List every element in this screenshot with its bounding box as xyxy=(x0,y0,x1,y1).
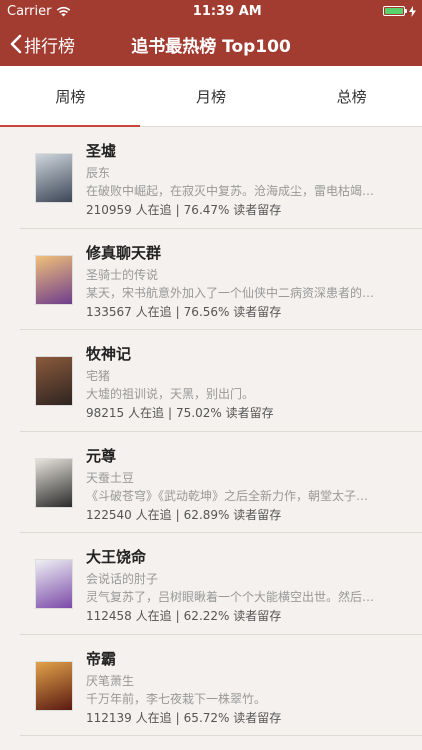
chevron-left-icon xyxy=(10,34,22,54)
book-author: 宅猪 xyxy=(86,369,111,383)
book-author: 会说话的肘子 xyxy=(86,572,159,586)
nav-bar: 排行榜 追书最热榜 Top100 xyxy=(0,22,422,66)
charging-icon xyxy=(409,5,416,17)
clock: 11:39 AM xyxy=(192,3,262,19)
book-followers: 98215 人在追 xyxy=(86,406,164,420)
book-retention: 76.47% 读者留存 xyxy=(183,203,282,217)
book-description: 灵气复苏了，吕树眼瞅着一个个大能横空出世。然后… xyxy=(86,590,375,604)
tab-monthly[interactable]: 月榜 xyxy=(141,66,282,126)
list-item[interactable]: 元尊 天蚕土豆 《斗破苍穹》《武动乾坤》之后全新力作，朝堂太子… 122540 … xyxy=(20,432,422,533)
book-retention: 75.02% 读者留存 xyxy=(176,406,274,420)
book-title: 元尊 xyxy=(86,446,117,465)
book-retention: 62.89% 读者留存 xyxy=(183,507,282,522)
list-item[interactable]: 大王饶命 会说话的肘子 灵气复苏了，吕树眼瞅着一个个大能横空出世。然后… 112… xyxy=(20,533,422,635)
back-button[interactable]: 排行榜 xyxy=(10,22,75,66)
book-description: 千万年前，李七夜栽下一株翠竹。 xyxy=(86,691,267,706)
wifi-icon xyxy=(57,6,71,16)
book-followers: 122540 人在追 xyxy=(86,507,172,522)
book-description: 某天，宋书航意外加入了一个仙侠中二病资深患者的… xyxy=(86,285,375,300)
list-item[interactable]: 圣墟 辰东 在破败中崛起，在寂灭中复苏。沧海成尘，雷电枯竭… 210959 人在… xyxy=(20,127,422,229)
book-title: 大王饶命 xyxy=(86,548,147,566)
carrier-label: Carrier xyxy=(7,3,52,19)
book-author: 天蚕土豆 xyxy=(86,470,135,485)
book-cover xyxy=(35,660,73,711)
book-retention: 62.22% 读者留存 xyxy=(183,609,282,623)
book-title: 牧神记 xyxy=(86,345,132,363)
book-author: 辰东 xyxy=(86,166,111,180)
book-followers: 112139 人在追 xyxy=(86,710,172,725)
tab-overall[interactable]: 总榜 xyxy=(281,66,422,126)
book-author: 圣骑士的传说 xyxy=(86,267,159,282)
book-retention: 76.56% 读者留存 xyxy=(183,304,282,319)
book-description: 《斗破苍穹》《武动乾坤》之后全新力作，朝堂太子… xyxy=(86,488,369,503)
list-item[interactable]: 帝霸 厌笔萧生 千万年前，李七夜栽下一株翠竹。 112139 人在追 | 65.72… xyxy=(20,635,422,736)
book-author: 厌笔萧生 xyxy=(86,673,135,688)
book-list: 圣墟 辰东 在破败中崛起，在寂灭中复苏。沧海成尘，雷电枯竭… 210959 人在… xyxy=(0,127,422,736)
book-description: 在破败中崛起，在寂灭中复苏。沧海成尘，雷电枯竭… xyxy=(86,184,375,198)
list-item[interactable]: 牧神记 宅猪 大墟的祖训说，天黑，别出门。 98215 人在追 | 75.02% 读… xyxy=(20,330,422,432)
book-followers: 210959 人在追 xyxy=(86,203,172,217)
book-followers: 133567 人在追 xyxy=(86,304,172,319)
tab-indicator xyxy=(0,125,140,127)
book-title: 修真聊天群 xyxy=(86,243,162,262)
book-followers: 112458 人在追 xyxy=(86,609,172,623)
book-cover xyxy=(35,356,73,406)
book-cover xyxy=(35,559,73,609)
book-title: 圣墟 xyxy=(86,142,117,160)
book-title: 帝霸 xyxy=(86,649,117,668)
status-bar: Carrier 11:39 AM xyxy=(0,0,422,22)
tab-weekly[interactable]: 周榜 xyxy=(0,66,141,126)
book-retention: 65.72% 读者留存 xyxy=(183,710,282,725)
battery-icon xyxy=(383,6,407,16)
book-cover xyxy=(35,457,73,508)
list-item[interactable]: 修真聊天群 圣骑士的传说 某天，宋书航意外加入了一个仙侠中二病资深患者的… 13… xyxy=(20,229,422,330)
book-cover xyxy=(35,254,73,305)
book-cover xyxy=(35,153,73,203)
book-description: 大墟的祖训说，天黑，别出门。 xyxy=(86,387,255,401)
tab-bar: 周榜 月榜 总榜 xyxy=(0,66,422,127)
back-label: 排行榜 xyxy=(24,36,75,57)
